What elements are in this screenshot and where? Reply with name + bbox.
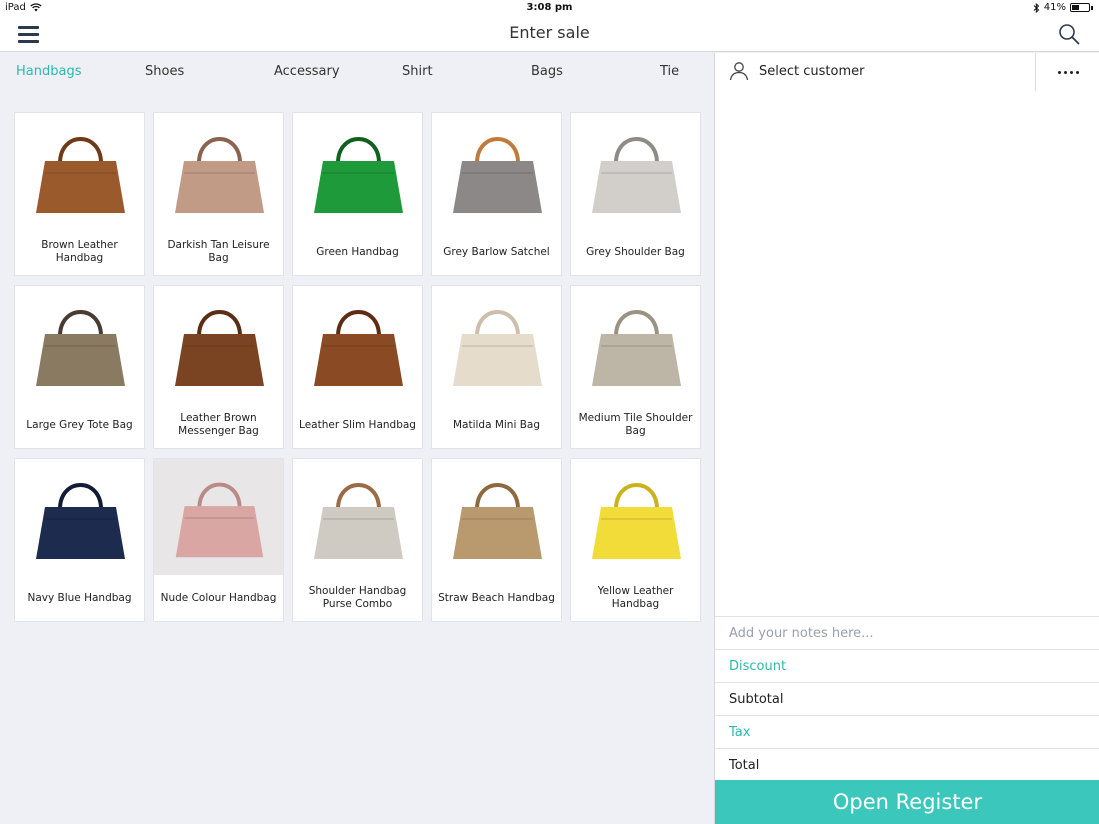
tax-row: Tax xyxy=(715,715,1099,748)
total-row: Total xyxy=(715,748,1099,781)
hamburger-menu-icon[interactable] xyxy=(18,26,39,43)
product-name: Medium Tile Shoulder Bag xyxy=(578,412,693,437)
cart-summary: Add your notes here... Discount Subtotal… xyxy=(715,616,1099,781)
page-title: Enter sale xyxy=(509,23,590,42)
discount-button[interactable]: Discount xyxy=(729,659,786,674)
product-tile[interactable]: Darkish Tan Leisure Bag xyxy=(153,112,284,276)
product-image xyxy=(592,483,681,559)
product-tile[interactable]: Large Grey Tote Bag xyxy=(14,285,145,449)
product-image xyxy=(175,137,264,213)
subtotal-label: Subtotal xyxy=(729,691,784,707)
tax-button[interactable]: Tax xyxy=(729,725,750,740)
product-panel: Handbags Shoes Accessary Shirt Bags Tie … xyxy=(0,53,714,824)
product-image xyxy=(36,483,125,559)
product-image xyxy=(592,310,681,386)
product-name: Leather Brown Messenger Bag xyxy=(178,412,259,437)
product-tile[interactable]: Yellow Leather Handbag xyxy=(570,458,701,622)
tab-tie[interactable]: Tie xyxy=(660,64,679,79)
product-tile[interactable]: Leather Brown Messenger Bag xyxy=(153,285,284,449)
status-time: 3:08 pm xyxy=(526,2,573,13)
product-tile[interactable]: Grey Shoulder Bag xyxy=(570,112,701,276)
product-name: Darkish Tan Leisure Bag xyxy=(167,239,270,264)
product-image xyxy=(314,483,403,559)
open-register-button[interactable]: Open Register xyxy=(715,780,1099,824)
product-name: Straw Beach Handbag xyxy=(438,591,555,604)
select-customer-label: Select customer xyxy=(759,64,865,79)
person-icon xyxy=(729,62,749,81)
discount-row: Discount xyxy=(715,649,1099,682)
product-image xyxy=(453,137,542,213)
product-name: Matilda Mini Bag xyxy=(452,418,541,431)
product-tile[interactable]: Leather Slim Handbag xyxy=(292,285,423,449)
product-tile[interactable]: Straw Beach Handbag xyxy=(431,458,562,622)
search-icon[interactable] xyxy=(1058,23,1080,45)
product-tile[interactable]: Navy Blue Handbag xyxy=(14,458,145,622)
product-tile[interactable]: Nude Colour Handbag xyxy=(153,458,284,622)
product-name: Shoulder Handbag Purse Combo xyxy=(308,585,407,610)
product-image xyxy=(175,310,264,386)
product-name: Yellow Leather Handbag xyxy=(597,585,674,610)
product-image xyxy=(36,310,125,386)
product-tile[interactable]: Grey Barlow Satchel xyxy=(431,112,562,276)
select-customer-button[interactable]: Select customer xyxy=(715,53,1035,91)
product-name: Leather Slim Handbag xyxy=(299,418,416,431)
product-name: Grey Shoulder Bag xyxy=(586,245,685,258)
tab-bags[interactable]: Bags xyxy=(531,64,563,79)
tab-shoes[interactable]: Shoes xyxy=(145,64,184,79)
category-tabs: Handbags Shoes Accessary Shirt Bags Tie xyxy=(0,53,714,93)
tab-accessary[interactable]: Accessary xyxy=(274,64,340,79)
status-bar: iPad 3:08 pm 41% xyxy=(0,0,1099,17)
product-tile[interactable]: Medium Tile Shoulder Bag xyxy=(570,285,701,449)
product-image xyxy=(154,459,283,575)
product-image xyxy=(314,137,403,213)
product-image xyxy=(453,310,542,386)
product-image xyxy=(36,137,125,213)
product-grid: Brown Leather Handbag Darkish Tan Leisure… xyxy=(14,112,701,622)
subtotal-row: Subtotal xyxy=(715,682,1099,715)
cart-panel: Select customer Add your notes here... D… xyxy=(714,53,1099,824)
battery-percent: 41% xyxy=(1043,2,1066,13)
product-name: Navy Blue Handbag xyxy=(27,591,132,604)
tab-shirt[interactable]: Shirt xyxy=(402,64,433,79)
product-name: Green Handbag xyxy=(316,245,399,258)
product-name: Brown Leather Handbag xyxy=(41,239,118,264)
product-name: Large Grey Tote Bag xyxy=(26,418,133,431)
tab-handbags[interactable]: Handbags xyxy=(16,64,81,79)
notes-field[interactable]: Add your notes here... xyxy=(715,616,1099,649)
battery-icon xyxy=(1070,3,1090,12)
bluetooth-icon xyxy=(1033,2,1039,13)
product-image xyxy=(314,310,403,386)
product-image xyxy=(592,137,681,213)
product-image xyxy=(453,483,542,559)
navigation-bar: Enter sale xyxy=(0,17,1099,52)
product-tile[interactable]: Shoulder Handbag Purse Combo xyxy=(292,458,423,622)
product-tile[interactable]: Green Handbag xyxy=(292,112,423,276)
product-tile[interactable]: Matilda Mini Bag xyxy=(431,285,562,449)
product-tile[interactable]: Brown Leather Handbag xyxy=(14,112,145,276)
notes-placeholder: Add your notes here... xyxy=(729,625,874,641)
product-name: Grey Barlow Satchel xyxy=(443,245,550,258)
more-options-icon[interactable] xyxy=(1036,53,1099,91)
total-label: Total xyxy=(729,757,760,773)
product-name: Nude Colour Handbag xyxy=(160,591,277,604)
